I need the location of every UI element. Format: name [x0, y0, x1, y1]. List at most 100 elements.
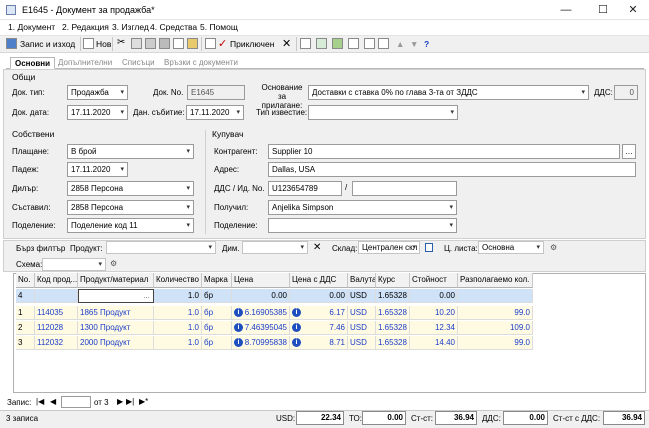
menu-help[interactable]: 5. Помощ	[200, 22, 238, 32]
find-icon[interactable]	[173, 38, 184, 49]
grid-header-rate[interactable]: Курс	[376, 273, 410, 288]
grid-cell-avail[interactable]: 99.0	[458, 336, 533, 350]
cut-icon[interactable]: ✂	[117, 38, 128, 49]
grid-cell-name[interactable]: 1300 Продукт	[78, 321, 154, 335]
notice-type-select[interactable]: ▾	[308, 105, 458, 120]
grid-header-no[interactable]: No.	[16, 273, 35, 288]
close-button[interactable]: ✕	[620, 3, 646, 17]
dim-filter-input[interactable]: ▾	[242, 241, 308, 254]
info-icon[interactable]: i	[234, 323, 243, 332]
grid-cell-price_vat[interactable]: i 6.17	[290, 306, 348, 320]
grid-cell-value[interactable]: 12.34	[410, 321, 458, 335]
product-filter-input[interactable]: ▾	[106, 241, 216, 254]
delete-icon[interactable]: ✕	[282, 37, 291, 51]
grid-cell-name[interactable]: 2000 Продукт	[78, 336, 154, 350]
grid-cell-unit[interactable]: бр	[202, 336, 232, 350]
paste-special-icon[interactable]	[159, 38, 170, 49]
grid-cell-qty[interactable]: 1.0	[154, 289, 202, 303]
author-select[interactable]: 2858 Персона ▾	[67, 200, 194, 215]
new-record-icon[interactable]: ▶*	[139, 397, 148, 406]
pricelist-select[interactable]: Основна ▾	[478, 241, 544, 254]
doc-type-select[interactable]: Продажба ▾	[67, 85, 128, 100]
grid-cell-no[interactable]: 2	[16, 321, 35, 335]
grid-cell-qty[interactable]: 1.0	[154, 306, 202, 320]
maximize-button[interactable]: ☐	[590, 3, 616, 17]
clear-filter-icon[interactable]: ✕	[313, 242, 321, 253]
cart-icon[interactable]	[378, 38, 389, 49]
grid-cell-name[interactable]: 1865 Продукт	[78, 306, 154, 320]
partner-browse-button[interactable]: …	[622, 144, 636, 159]
last-record-icon[interactable]: ▶|	[126, 397, 134, 406]
help-icon[interactable]: ?	[424, 37, 429, 51]
grid-header-price_vat[interactable]: Цена с ДДС	[290, 273, 348, 288]
grid-cell-price_vat[interactable]: i 8.71	[290, 336, 348, 350]
grid-header-qty[interactable]: Количество	[154, 273, 202, 288]
approved-button[interactable]: Приключен	[230, 37, 274, 51]
copy-icon[interactable]	[131, 38, 142, 49]
attach-icon[interactable]	[364, 38, 375, 49]
menu-view[interactable]: 3. Изглед	[112, 22, 149, 32]
tab-additional[interactable]: Допълнителни	[54, 57, 116, 69]
grid-cell-price_vat[interactable]: i 7.46	[290, 321, 348, 335]
warehouse-doc-icon[interactable]	[425, 243, 433, 252]
grid-header-price[interactable]: Цена	[232, 273, 290, 288]
receiver-select[interactable]: Anjelika Simpson ▾	[268, 200, 457, 215]
warehouse-select[interactable]: Централен скл ▾	[358, 241, 420, 254]
grid-cell-rate[interactable]: 1.65328	[376, 336, 410, 350]
grid-cell-code[interactable]: 112032	[35, 336, 78, 350]
menu-document[interactable]: 1. Документ	[8, 22, 55, 32]
doc-date-field[interactable]: 17.11.2020 ▾	[67, 105, 128, 120]
grid-cell-code[interactable]: 112028	[35, 321, 78, 335]
grid-cell-rate[interactable]: 1.65328	[376, 306, 410, 320]
arrow-up-icon[interactable]: ▲	[396, 37, 404, 51]
grid-cell-cur[interactable]: USD	[348, 306, 376, 320]
grid-cell-price[interactable]: i 7.46395045	[232, 321, 290, 335]
partner-field[interactable]: Supplier 10	[268, 144, 620, 159]
info-icon[interactable]: i	[234, 308, 243, 317]
menu-tools[interactable]: 4. Средства	[150, 22, 197, 32]
grid-cell-price[interactable]: i 8.70995838	[232, 336, 290, 350]
grid-cell-unit[interactable]: бр	[202, 321, 232, 335]
info-icon[interactable]: i	[292, 338, 301, 347]
grid-cell-price_vat[interactable]: 0.00	[290, 289, 348, 303]
grid-cell-value[interactable]: 0.00	[410, 289, 458, 303]
tab-lists[interactable]: Списъци	[118, 57, 159, 69]
grid-cell-no[interactable]: 1	[16, 306, 35, 320]
scheme-settings-icon[interactable]: ⚙	[110, 259, 117, 268]
open-icon[interactable]	[187, 38, 198, 49]
product-browse-button[interactable]: …	[143, 290, 150, 302]
export-icon[interactable]	[332, 38, 343, 49]
own-division-select[interactable]: Поделение код 11 ▾	[67, 218, 194, 233]
form-icon[interactable]	[348, 38, 359, 49]
address-field[interactable]: Dallas, USA	[268, 162, 636, 177]
first-record-icon[interactable]: |◀	[36, 397, 44, 406]
minimize-button[interactable]: —	[553, 3, 579, 17]
grid-cell-rate[interactable]: 1.65328	[376, 289, 410, 303]
grid-header-name[interactable]: Продукт/материал	[78, 273, 154, 288]
new-button[interactable]: Нов	[96, 37, 111, 51]
info-icon[interactable]: i	[292, 308, 301, 317]
grid-cell-unit[interactable]: бр	[202, 306, 232, 320]
dealer-select[interactable]: 2858 Персона ▾	[67, 181, 194, 196]
grid-header-value[interactable]: Стойност	[410, 273, 458, 288]
grid-cell-rate[interactable]: 1.65328	[376, 321, 410, 335]
save-exit-button[interactable]: Запис и изход	[20, 37, 75, 51]
grid-cell-code[interactable]	[35, 289, 78, 303]
grid-header-cur[interactable]: Валута	[348, 273, 376, 288]
menu-edit[interactable]: 2. Редакция	[62, 22, 109, 32]
buyer-division-select[interactable]: ▾	[268, 218, 457, 233]
due-date-field[interactable]: 17.11.2020 ▾	[67, 162, 128, 177]
grid-cell-no[interactable]: 4	[16, 289, 35, 303]
grid-header-avail[interactable]: Разполагаемо кол.	[458, 273, 533, 288]
grid-cell-avail[interactable]	[458, 289, 533, 303]
basis-select[interactable]: Доставки с ставка 0% по глава 3-та от ЗД…	[308, 85, 589, 100]
info-icon[interactable]: i	[234, 338, 243, 347]
paste-icon[interactable]	[145, 38, 156, 49]
tab-general[interactable]: Основни	[10, 57, 56, 69]
grid-cell-avail[interactable]: 99.0	[458, 306, 533, 320]
grid-cell-name[interactable]: …	[78, 289, 154, 303]
grid-cell-price[interactable]: 0.00	[232, 289, 290, 303]
refresh-icon[interactable]	[316, 38, 327, 49]
payment-select[interactable]: В брой ▾	[67, 144, 194, 159]
scheme-select[interactable]: ▾	[42, 258, 106, 271]
